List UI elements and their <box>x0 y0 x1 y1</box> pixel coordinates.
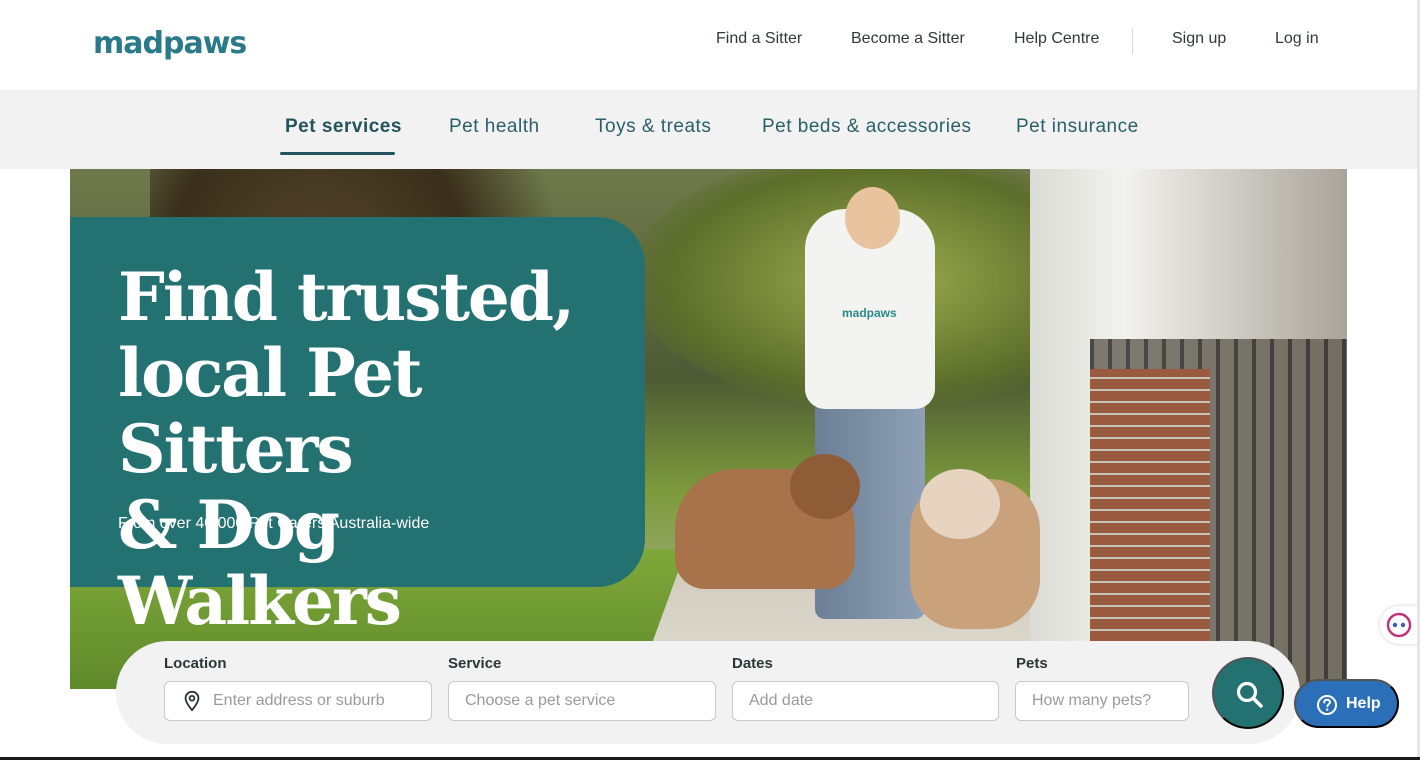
nav-divider <box>1132 28 1133 54</box>
chat-bot-widget[interactable] <box>1380 606 1420 644</box>
pets-placeholder: How many pets? <box>1032 692 1152 709</box>
service-label: Service <box>448 655 502 672</box>
pets-input[interactable]: How many pets? <box>1015 681 1189 721</box>
tab-pet-services[interactable]: Pet services <box>285 116 402 138</box>
pets-label: Pets <box>1016 655 1048 672</box>
nav-sign-up[interactable]: Sign up <box>1172 30 1226 48</box>
question-circle-icon <box>1317 695 1337 715</box>
search-button[interactable] <box>1212 657 1284 729</box>
nav-become-a-sitter[interactable]: Become a Sitter <box>851 30 965 48</box>
tab-pet-insurance[interactable]: Pet insurance <box>1016 116 1139 138</box>
hero-headline-card: Find trusted, local Pet Sitters & Dog Wa… <box>70 217 645 639</box>
service-select[interactable]: Choose a pet service <box>448 681 716 721</box>
site-header: madpaws Find a Sitter Become a Sitter He… <box>0 0 1420 90</box>
nav-find-a-sitter[interactable]: Find a Sitter <box>716 30 802 48</box>
hero-headline: Find trusted, local Pet Sitters & Dog Wa… <box>118 259 618 639</box>
dates-label: Dates <box>732 655 773 672</box>
tab-pet-health[interactable]: Pet health <box>449 116 540 138</box>
help-button-label: Help <box>1346 695 1381 712</box>
location-pin-icon <box>184 690 200 712</box>
tab-toys-and-treats[interactable]: Toys & treats <box>595 116 711 138</box>
nav-help-centre[interactable]: Help Centre <box>1014 30 1099 48</box>
shirt-logo: madpaws <box>842 306 897 320</box>
tab-pet-beds-and-accessories[interactable]: Pet beds & accessories <box>762 116 972 138</box>
location-placeholder: Enter address or suburb <box>213 692 385 709</box>
service-placeholder: Choose a pet service <box>465 692 616 709</box>
bot-face-icon <box>1386 612 1412 638</box>
hero-subline: From over 40,000 Pet Carers Australia-wi… <box>118 515 430 532</box>
category-nav: Pet services Pet health Toys & treats Pe… <box>0 90 1420 169</box>
search-icon <box>1236 681 1263 708</box>
nav-log-in[interactable]: Log in <box>1275 30 1319 48</box>
active-tab-indicator <box>280 152 395 155</box>
location-label: Location <box>164 655 227 672</box>
headline-line-3: & Dog Walkers <box>118 486 402 640</box>
headline-line-1: Find trusted, <box>118 258 575 336</box>
madpaws-logo[interactable]: madpaws <box>93 26 247 61</box>
headline-line-2: local Pet Sitters <box>118 334 422 488</box>
walker-head <box>845 187 900 249</box>
dog-brown-head <box>790 454 860 519</box>
help-button[interactable]: Help <box>1294 679 1399 728</box>
location-input[interactable]: Enter address or suburb <box>164 681 432 721</box>
dog-tan-head <box>920 469 1000 539</box>
dates-placeholder: Add date <box>749 692 814 709</box>
dates-input[interactable]: Add date <box>732 681 999 721</box>
sitter-search-form: Location Enter address or suburb Service… <box>116 641 1300 744</box>
